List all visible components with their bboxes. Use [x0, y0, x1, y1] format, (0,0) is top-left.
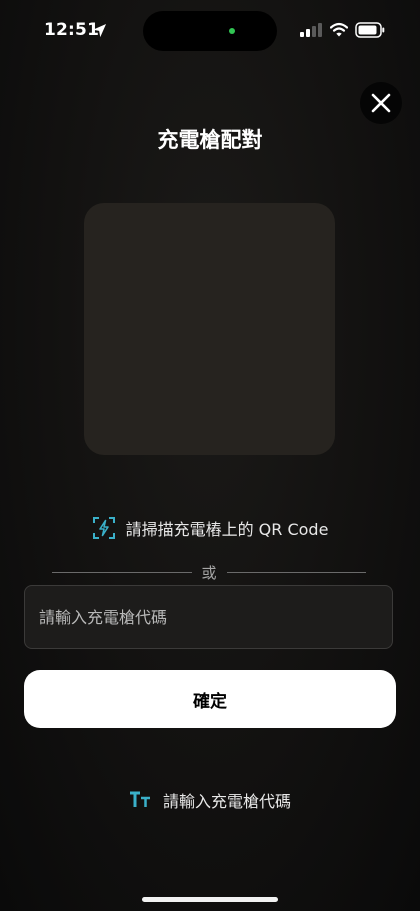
or-divider: 或 — [52, 562, 367, 582]
confirm-button[interactable]: 確定 — [24, 670, 396, 728]
divider-line-left — [52, 571, 192, 573]
location-arrow-icon — [92, 23, 107, 38]
battery-icon — [355, 22, 385, 38]
status-time: 12:51 — [44, 20, 100, 40]
cellular-signal-icon — [300, 23, 322, 37]
page-title: 充電槍配對 — [157, 128, 263, 152]
home-indicator[interactable] — [142, 897, 278, 902]
manual-entry-link[interactable]: 請輸入充電槍代碼 — [0, 788, 420, 812]
qr-scan-icon — [92, 517, 115, 539]
manual-entry-label: 請輸入充電槍代碼 — [162, 792, 291, 811]
dynamic-island — [143, 11, 277, 51]
status-bar: 12:51 — [0, 0, 420, 62]
wifi-icon — [330, 22, 348, 37]
scan-hint-text: 請掃描充電樁上的 QR Code — [125, 520, 329, 539]
close-button[interactable] — [360, 82, 402, 124]
charger-code-input[interactable] — [24, 585, 393, 649]
scan-hint: 請掃描充電樁上的 QR Code — [0, 516, 420, 540]
divider-line-right — [226, 571, 367, 573]
text-size-icon — [129, 791, 150, 807]
camera-indicator-dot — [229, 28, 235, 34]
divider-label: 或 — [201, 563, 217, 582]
close-icon — [371, 93, 391, 113]
qr-scanner-viewfinder — [84, 203, 335, 455]
